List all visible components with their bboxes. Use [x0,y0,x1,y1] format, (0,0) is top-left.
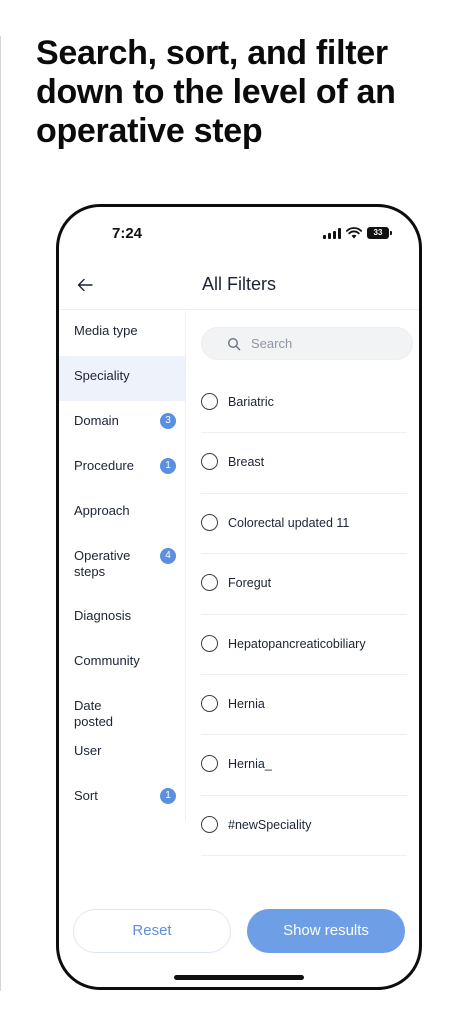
option-label: Breast [228,455,265,470]
sidebar-item-label: Community [74,653,140,668]
filter-category-sidebar: Media type Speciality Domain 3 Procedure… [59,311,186,821]
radio-button[interactable] [201,393,218,410]
option-hepatopancreaticobiliary[interactable]: Hepatopancreaticobiliary [201,615,407,675]
sidebar-item-label: Domain [74,413,119,428]
header-divider [59,309,419,310]
radio-button[interactable] [201,634,218,652]
radio-button[interactable] [201,815,218,833]
home-indicator[interactable] [174,975,304,980]
sidebar-item-label: Procedure [74,458,134,473]
search-input[interactable] [251,336,391,351]
sidebar-item-label: Sort [74,788,98,803]
sidebar-item-label: Speciality [74,368,130,383]
status-time: 7:24 [112,225,143,242]
sidebar-item-community[interactable]: Community [59,641,185,686]
option-label: Bariatric [228,395,274,409]
screen-title: All Filters [201,274,276,294]
count-badge: 1 [160,788,176,804]
radio-button[interactable] [201,453,218,471]
sidebar-item-label: Operative steps [74,548,131,579]
sidebar-item-label: Media type [74,323,138,338]
radio-button[interactable] [201,755,218,773]
option-hernia[interactable]: Hernia [201,675,407,736]
option-new-speciality[interactable]: #newSpeciality [201,796,407,857]
sidebar-item-diagnosis[interactable]: Diagnosis [59,596,185,641]
sidebar-item-speciality[interactable]: Speciality [59,356,185,401]
option-colorectal[interactable]: Colorectal updated 11 [201,494,407,555]
option-bariatric[interactable]: Bariatric [201,373,407,434]
sidebar-item-approach[interactable]: Approach [59,491,185,536]
count-badge: 3 [160,413,176,429]
option-label: Hernia_ [228,757,272,772]
battery-icon: 33 [367,227,392,239]
status-icons: 33 [323,227,392,239]
sidebar-item-media-type[interactable]: Media type [59,311,185,356]
radio-button[interactable] [201,694,218,712]
option-label: Colorectal updated 11 [228,515,350,530]
speciality-options-list: Bariatric Breast Colorectal updated 11 F… [201,373,407,857]
sidebar-item-label: Diagnosis [74,608,132,623]
option-breast[interactable]: Breast [201,433,407,494]
radio-button[interactable] [201,574,218,592]
sidebar-item-label: Date posted [74,698,114,729]
page-headline: Search, sort, and filter down to the lev… [36,34,396,150]
sidebar-item-sort[interactable]: Sort 1 [59,776,185,821]
sidebar-item-procedure[interactable]: Procedure 1 [59,446,185,491]
option-label: Hernia [228,696,265,711]
count-badge: 4 [160,548,176,564]
radio-button[interactable] [201,513,218,531]
count-badge: 1 [160,458,176,474]
page-divider [0,36,1,991]
sidebar-item-label: Approach [74,503,130,518]
option-label: Hepatopancreaticobiliary [228,636,366,651]
cellular-signal-icon [323,227,341,239]
option-foregut[interactable]: Foregut [201,554,407,615]
sidebar-item-domain[interactable]: Domain 3 [59,401,185,446]
option-hernia-underscore[interactable]: Hernia_ [201,735,407,796]
reset-button[interactable]: Reset [73,909,231,953]
wifi-icon [346,227,362,239]
search-icon [227,337,241,351]
search-field[interactable] [201,327,413,360]
show-results-button[interactable]: Show results [247,909,405,953]
option-label: Foregut [228,576,272,591]
sidebar-item-user[interactable]: User [59,731,185,776]
phone-frame: 7:24 33 All Filters Media type Specialit… [56,204,422,990]
sidebar-item-date-posted[interactable]: Date posted [59,686,185,731]
sidebar-item-label: User [74,743,102,758]
option-label: #newSpeciality [228,817,312,832]
sidebar-item-operative-steps[interactable]: Operative steps 4 [59,536,185,596]
